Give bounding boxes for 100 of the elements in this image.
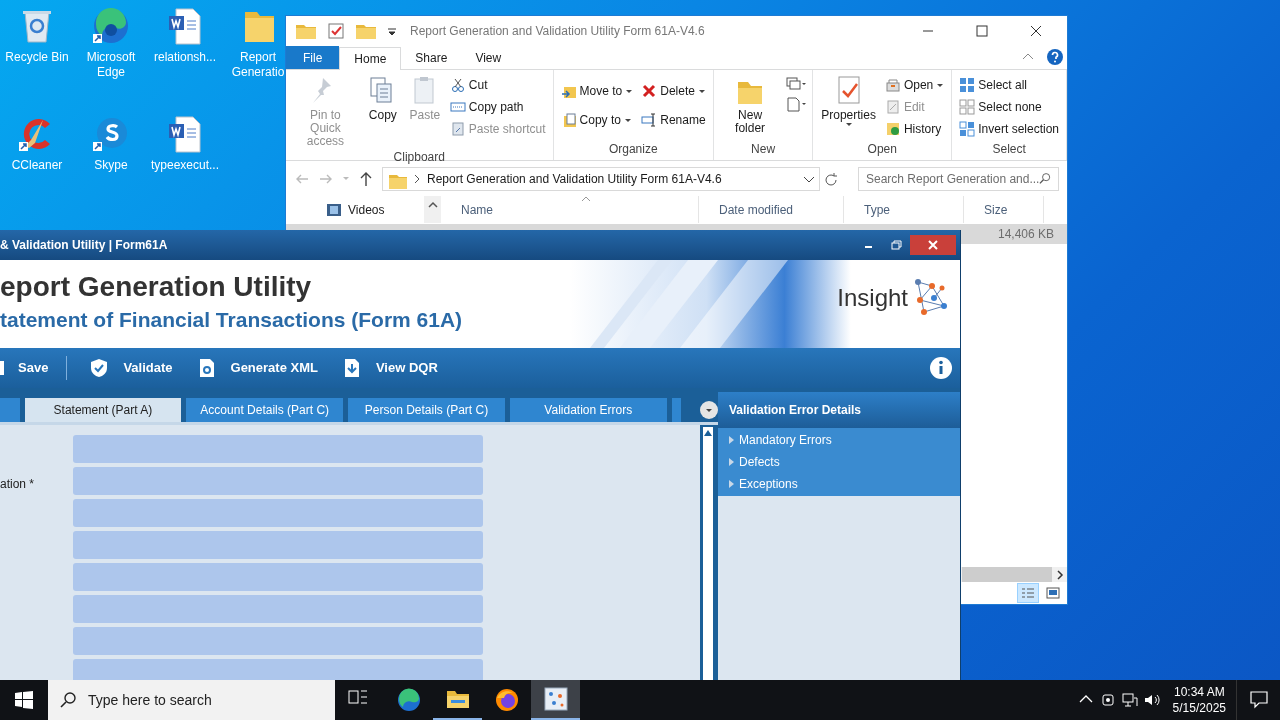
restore-icon	[890, 240, 902, 250]
toolbar-button[interactable]: Validate	[77, 348, 185, 388]
input-field[interactable]	[73, 563, 483, 591]
ribbon-button[interactable]: Properties	[818, 70, 879, 127]
caret-icon	[705, 407, 714, 413]
ribbon-button[interactable]: Move to	[560, 78, 634, 104]
network-icon	[1121, 692, 1138, 708]
clock-date[interactable]: 5/15/2025	[1172, 700, 1226, 716]
ribbon-tab[interactable]: Share	[401, 46, 462, 69]
window-title: Report Generation and Validation Utility Form 61A-V4.6	[410, 23, 706, 40]
large-icons-view-icon	[1046, 587, 1060, 599]
input-field[interactable]	[73, 467, 483, 495]
ribbon-group-label: Organize	[607, 141, 659, 158]
close-icon	[928, 240, 938, 250]
ribbon-button[interactable]: Copy to	[560, 107, 634, 133]
column-header[interactable]: Type	[844, 196, 964, 223]
scrollbar-thumb[interactable]	[962, 567, 1052, 582]
caret-icon	[342, 176, 350, 181]
invert-selection-icon	[959, 121, 976, 137]
help-icon	[1047, 49, 1063, 65]
nav-item[interactable]: Videos	[326, 200, 385, 219]
speaker-icon	[1143, 692, 1160, 708]
scroll-up-icon	[427, 201, 438, 209]
ribbon-button[interactable]: Invert selection	[959, 118, 1059, 140]
meeting-icon	[1099, 692, 1116, 708]
shield-check-icon	[89, 358, 110, 378]
input-field[interactable]	[73, 435, 483, 463]
input-field[interactable]	[73, 531, 483, 559]
panel-header: Validation Error Details	[718, 392, 960, 428]
close-icon	[1029, 25, 1043, 37]
ribbon-button[interactable]: Rename	[641, 107, 706, 133]
ribbon-group-label: Open	[866, 141, 898, 158]
chevron-icon	[413, 173, 421, 184]
ribbon-button[interactable]: Open	[884, 74, 945, 96]
paste-shortcut-icon	[449, 121, 466, 137]
details-view-button[interactable]	[1017, 583, 1039, 603]
ribbon-group-label: Select	[991, 141, 1027, 158]
sort-icon	[581, 196, 591, 202]
form-tab[interactable]: Account Details (Part C)	[186, 398, 344, 422]
field-label: ation *	[0, 476, 35, 493]
search-field[interactable]: Type here to search	[48, 680, 335, 720]
film-icon	[326, 201, 342, 218]
ribbon-button[interactable]: New folder	[718, 70, 782, 135]
input-field[interactable]	[73, 627, 483, 655]
up-icon	[358, 170, 374, 187]
select-all-icon	[959, 77, 976, 93]
input-field[interactable]	[73, 499, 483, 527]
input-field[interactable]	[73, 659, 483, 680]
app-subheading: tatement of Financial Transactions (Form 61A)	[0, 307, 463, 333]
ribbon-button[interactable]: History	[884, 118, 945, 140]
scroll-right-icon	[1056, 569, 1064, 580]
ribbon-tab[interactable]: View	[461, 46, 516, 69]
refresh-icon	[824, 171, 838, 186]
clock-time[interactable]: 10:34 AM	[1173, 684, 1225, 700]
scissors-icon	[449, 77, 466, 93]
search-field[interactable]: Search Report Generation and...	[858, 166, 1059, 191]
ribbon-button[interactable]: Copy path	[449, 96, 546, 118]
address-bar[interactable]: Report Generation and Validation Utility Form 61A-V4.6	[382, 166, 820, 191]
partial-tab[interactable]	[671, 398, 682, 422]
notification-icon	[1249, 691, 1268, 709]
ribbon-button[interactable]: Copy	[363, 70, 402, 122]
delete-icon	[641, 83, 658, 99]
tabs-dropdown-button[interactable]	[700, 401, 718, 419]
brand-name: Insight	[837, 283, 908, 313]
ribbon-group-label: New	[750, 141, 777, 158]
ribbon-button[interactable]: Delete	[641, 78, 706, 104]
form-tab[interactable]: Person Details (Part C)	[348, 398, 505, 422]
ribbon-button[interactable]: Select none	[959, 96, 1059, 118]
app-heading: eport Generation Utility	[0, 270, 313, 304]
select-none-icon	[959, 99, 976, 115]
close-button[interactable]	[910, 235, 956, 255]
tree-item[interactable]: Mandatory Errors	[718, 429, 960, 451]
ribbon-tab[interactable]: Home	[339, 47, 402, 70]
column-header[interactable]: Name	[441, 196, 699, 223]
ribbon-group-label: Clipboard	[392, 149, 446, 166]
edit-icon	[884, 99, 901, 115]
tree-item[interactable]: Defects	[718, 451, 960, 473]
taskbar-app-button[interactable]	[531, 680, 580, 720]
form-tab[interactable]: Statement (Part A)	[24, 398, 182, 422]
window-title: & Validation Utility | Form61A	[0, 237, 169, 254]
form-tab[interactable]: Validation Errors	[509, 398, 667, 422]
scroll-up-icon	[704, 429, 712, 437]
tree-item[interactable]: Exceptions	[718, 473, 960, 495]
ribbon-button[interactable]: Cut	[449, 74, 546, 96]
network-grid-icon	[543, 687, 568, 711]
ribbon-button[interactable]: Select all	[959, 74, 1059, 96]
details-view-icon	[1021, 587, 1035, 599]
info-icon	[930, 357, 952, 379]
search-icon	[60, 692, 76, 708]
column-header[interactable]: Date modified	[699, 196, 844, 223]
properties-icon	[326, 21, 346, 41]
toolbar-button[interactable]: View DQR	[329, 348, 450, 388]
table-cell-text: 14,406 KB	[997, 226, 1054, 243]
column-header[interactable]: Size	[964, 196, 1044, 223]
toolbar-button[interactable]: Generate XML	[184, 348, 330, 388]
input-field[interactable]	[73, 595, 483, 623]
firefox-icon	[494, 688, 519, 712]
search-icon	[1039, 172, 1051, 185]
toolbar-button[interactable]: Save	[0, 348, 67, 388]
ribbon-tab[interactable]: File	[286, 46, 340, 69]
